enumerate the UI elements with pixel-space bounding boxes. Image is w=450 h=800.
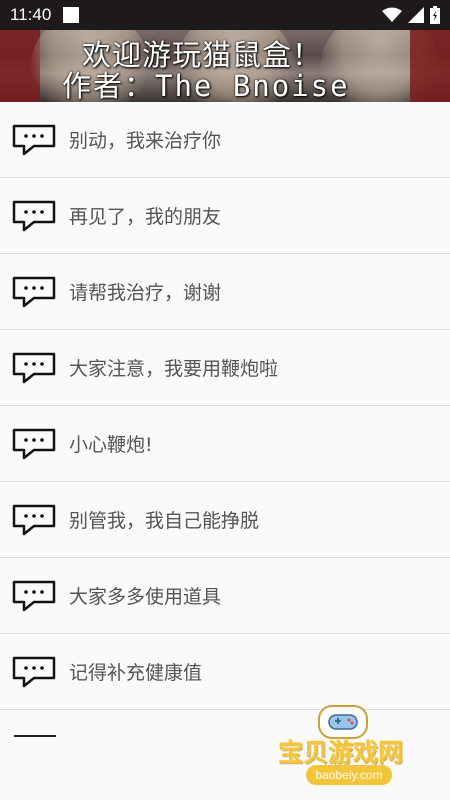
message-item[interactable]: 再见了，我的朋友 xyxy=(0,178,450,254)
signal-icon xyxy=(408,7,424,23)
chat-bubble-icon xyxy=(12,124,56,155)
message-item[interactable]: 大家注意，我要用鞭炮啦 xyxy=(0,330,450,406)
message-text: 大家多多使用道具 xyxy=(69,586,222,608)
partial-list-item-icon xyxy=(14,735,56,737)
message-text: 大家注意，我要用鞭炮啦 xyxy=(69,358,279,380)
message-item[interactable]: 大家多多使用道具 xyxy=(0,558,450,634)
message-item[interactable]: 记得补充健康值 xyxy=(0,634,450,710)
chat-bubble-icon xyxy=(12,200,56,231)
message-item[interactable]: 小心鞭炮! xyxy=(0,406,450,482)
chat-bubble-icon xyxy=(12,276,56,307)
chat-bubble-icon xyxy=(12,656,56,687)
watermark-url: baobeiy.com xyxy=(306,765,392,785)
message-text: 记得补充健康值 xyxy=(69,662,203,684)
banner-author: 作者：The_Bnoise xyxy=(62,69,350,102)
banner-curtain-right xyxy=(410,30,450,102)
status-bar: 11:40 xyxy=(0,0,450,30)
wifi-icon xyxy=(382,7,402,22)
message-item[interactable]: 别管我，我自己能挣脱 xyxy=(0,482,450,558)
status-time: 11:40 xyxy=(10,5,52,24)
battery-icon xyxy=(430,6,440,24)
chat-bubble-icon xyxy=(12,580,56,611)
message-text: 别管我，我自己能挣脱 xyxy=(69,510,260,532)
message-text: 小心鞭炮! xyxy=(69,434,153,456)
status-icons xyxy=(382,6,440,24)
watermark-name: 宝贝游戏网 xyxy=(278,738,404,767)
message-item[interactable]: 别动，我来治疗你 xyxy=(0,102,450,178)
chat-bubble-icon xyxy=(12,428,56,459)
message-list: 别动，我来治疗你 再见了，我的朋友 请帮我治疗，谢谢 大家注意，我要用鞭炮啦 小… xyxy=(0,102,450,710)
message-text: 别动，我来治疗你 xyxy=(69,130,222,152)
chat-bubble-icon xyxy=(12,352,56,383)
message-item[interactable]: 请帮我治疗，谢谢 xyxy=(0,254,450,330)
message-text: 再见了，我的朋友 xyxy=(69,206,222,228)
banner: 欢迎游玩猫鼠盒！ 作者：The_Bnoise xyxy=(0,30,450,102)
watermark: 宝贝游戏网 baobeiy.com xyxy=(270,705,430,795)
notification-icon xyxy=(63,7,80,23)
chat-bubble-icon xyxy=(12,504,56,535)
message-text: 请帮我治疗，谢谢 xyxy=(69,282,222,304)
